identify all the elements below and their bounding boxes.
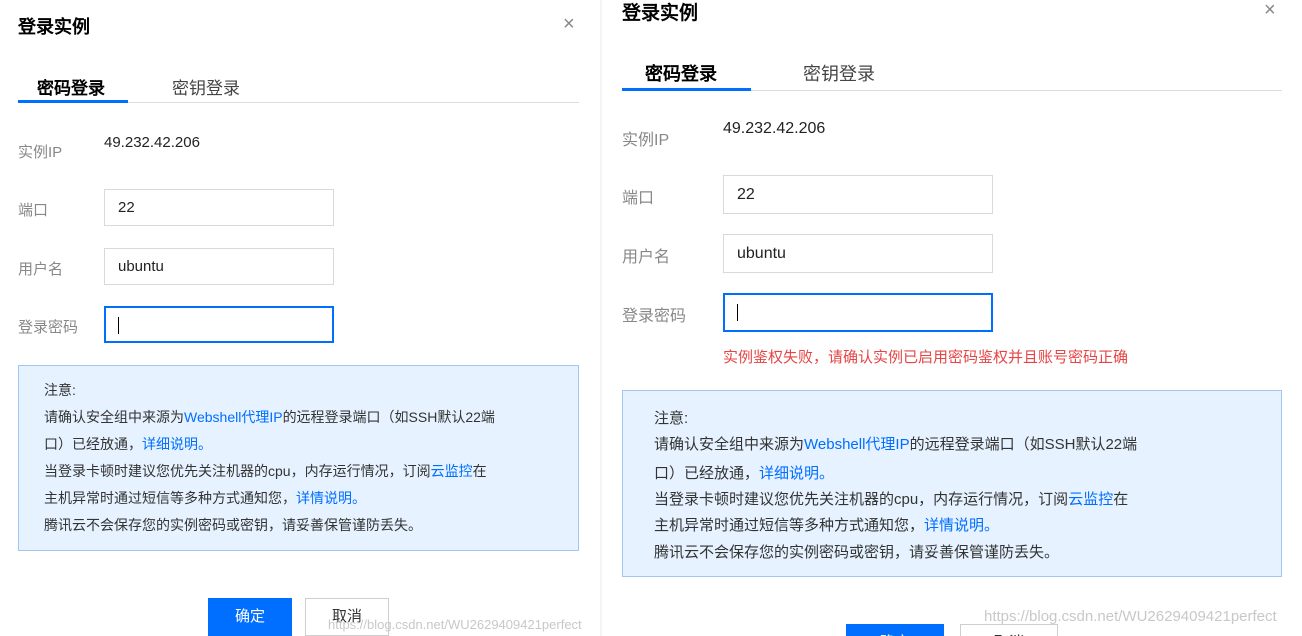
notice-line-3: 当登录卡顿时建议您优先关注机器的cpu，内存运行情况，订阅云监控在 bbox=[654, 491, 1129, 508]
password-input[interactable] bbox=[723, 293, 993, 332]
login-dialog-right: 登录实例 × 密码登录 密钥登录 实例IP 49.232.42.206 端口 2… bbox=[602, 0, 1302, 636]
port-label: 端口 bbox=[18, 202, 49, 219]
detail-explain-link[interactable]: 详细说明。 bbox=[759, 465, 834, 482]
port-label: 端口 bbox=[622, 190, 655, 207]
notice-line-4: 主机异常时通过短信等多种方式通知您，详情说明。 bbox=[654, 517, 1000, 534]
notice-heading: 注意: bbox=[654, 410, 689, 427]
username-label: 用户名 bbox=[18, 261, 64, 278]
cloud-monitor-link[interactable]: 云监控 bbox=[431, 463, 473, 479]
tab-active-indicator bbox=[622, 88, 751, 91]
notice-line-4: 主机异常时通过短信等多种方式通知您，详情说明。 bbox=[44, 490, 366, 506]
details-link[interactable]: 详情说明。 bbox=[924, 517, 999, 534]
watermark: https://blog.csdn.net/WU2629409421perfec… bbox=[984, 608, 1277, 625]
password-input[interactable] bbox=[104, 306, 334, 343]
auth-error-message: 实例鉴权失败，请确认实例已启用密码鉴权并且账号密码正确 bbox=[723, 349, 1129, 366]
notice-line-1: 请确认安全组中来源为Webshell代理IP的远程登录端口（如SSH默认22端 bbox=[44, 409, 495, 425]
detail-explain-link[interactable]: 详细说明。 bbox=[142, 436, 212, 452]
notice-heading: 注意: bbox=[44, 382, 76, 398]
username-input[interactable]: ubuntu bbox=[723, 234, 993, 273]
notice-line-2: 口）已经放通，详细说明。 bbox=[654, 465, 835, 482]
instance-ip-value: 49.232.42.206 bbox=[104, 134, 200, 151]
tab-active-indicator bbox=[18, 100, 128, 103]
cancel-button[interactable]: 取消 bbox=[960, 624, 1058, 636]
tab-password-login[interactable]: 密码登录 bbox=[645, 60, 717, 86]
tab-password-login[interactable]: 密码登录 bbox=[37, 74, 105, 99]
password-label: 登录密码 bbox=[622, 308, 687, 325]
notice-line-1: 请确认安全组中来源为Webshell代理IP的远程登录端口（如SSH默认22端 bbox=[654, 436, 1138, 453]
notice-line-2: 口）已经放通，详细说明。 bbox=[44, 436, 212, 452]
confirm-button[interactable]: 确定 bbox=[208, 598, 292, 636]
watermark: https://blog.csdn.net/WU2629409421perfec… bbox=[328, 617, 582, 632]
webshell-proxy-ip-link[interactable]: Webshell代理IP bbox=[184, 409, 283, 425]
notice-line-5: 腾讯云不会保存您的实例密码或密钥，请妥善保管谨防丢失。 bbox=[654, 544, 1060, 561]
password-label: 登录密码 bbox=[18, 319, 79, 336]
instance-ip-value: 49.232.42.206 bbox=[723, 120, 826, 137]
dialog-title: 登录实例 bbox=[622, 3, 699, 24]
username-label: 用户名 bbox=[622, 249, 671, 266]
cloud-monitor-link[interactable]: 云监控 bbox=[1068, 491, 1113, 508]
port-input[interactable]: 22 bbox=[723, 175, 993, 214]
close-icon[interactable]: × bbox=[1264, 0, 1276, 20]
notice-line-3: 当登录卡顿时建议您优先关注机器的cpu，内存运行情况，订阅云监控在 bbox=[44, 463, 487, 479]
instance-ip-label: 实例IP bbox=[622, 132, 670, 149]
confirm-button[interactable]: 确定 bbox=[846, 624, 944, 636]
username-input[interactable]: ubuntu bbox=[104, 248, 334, 285]
text-caret bbox=[737, 304, 738, 322]
webshell-proxy-ip-link[interactable]: Webshell代理IP bbox=[804, 436, 910, 453]
login-dialog-left: 登录实例 × 密码登录 密钥登录 实例IP 49.232.42.206 端口 2… bbox=[0, 0, 600, 636]
notice-box: 注意: 请确认安全组中来源为Webshell代理IP的远程登录端口（如SSH默认… bbox=[18, 365, 579, 551]
instance-ip-label: 实例IP bbox=[18, 144, 63, 161]
port-input[interactable]: 22 bbox=[104, 189, 334, 226]
notice-box: 注意: 请确认安全组中来源为Webshell代理IP的远程登录端口（如SSH默认… bbox=[622, 390, 1282, 577]
notice-line-5: 腾讯云不会保存您的实例密码或密钥，请妥善保管谨防丢失。 bbox=[44, 517, 422, 533]
tab-key-login[interactable]: 密钥登录 bbox=[172, 74, 240, 99]
close-icon[interactable]: × bbox=[563, 14, 575, 34]
tab-key-login[interactable]: 密钥登录 bbox=[803, 60, 875, 86]
details-link[interactable]: 详情说明。 bbox=[296, 490, 366, 506]
text-caret bbox=[118, 316, 119, 334]
dialog-title: 登录实例 bbox=[18, 17, 90, 37]
